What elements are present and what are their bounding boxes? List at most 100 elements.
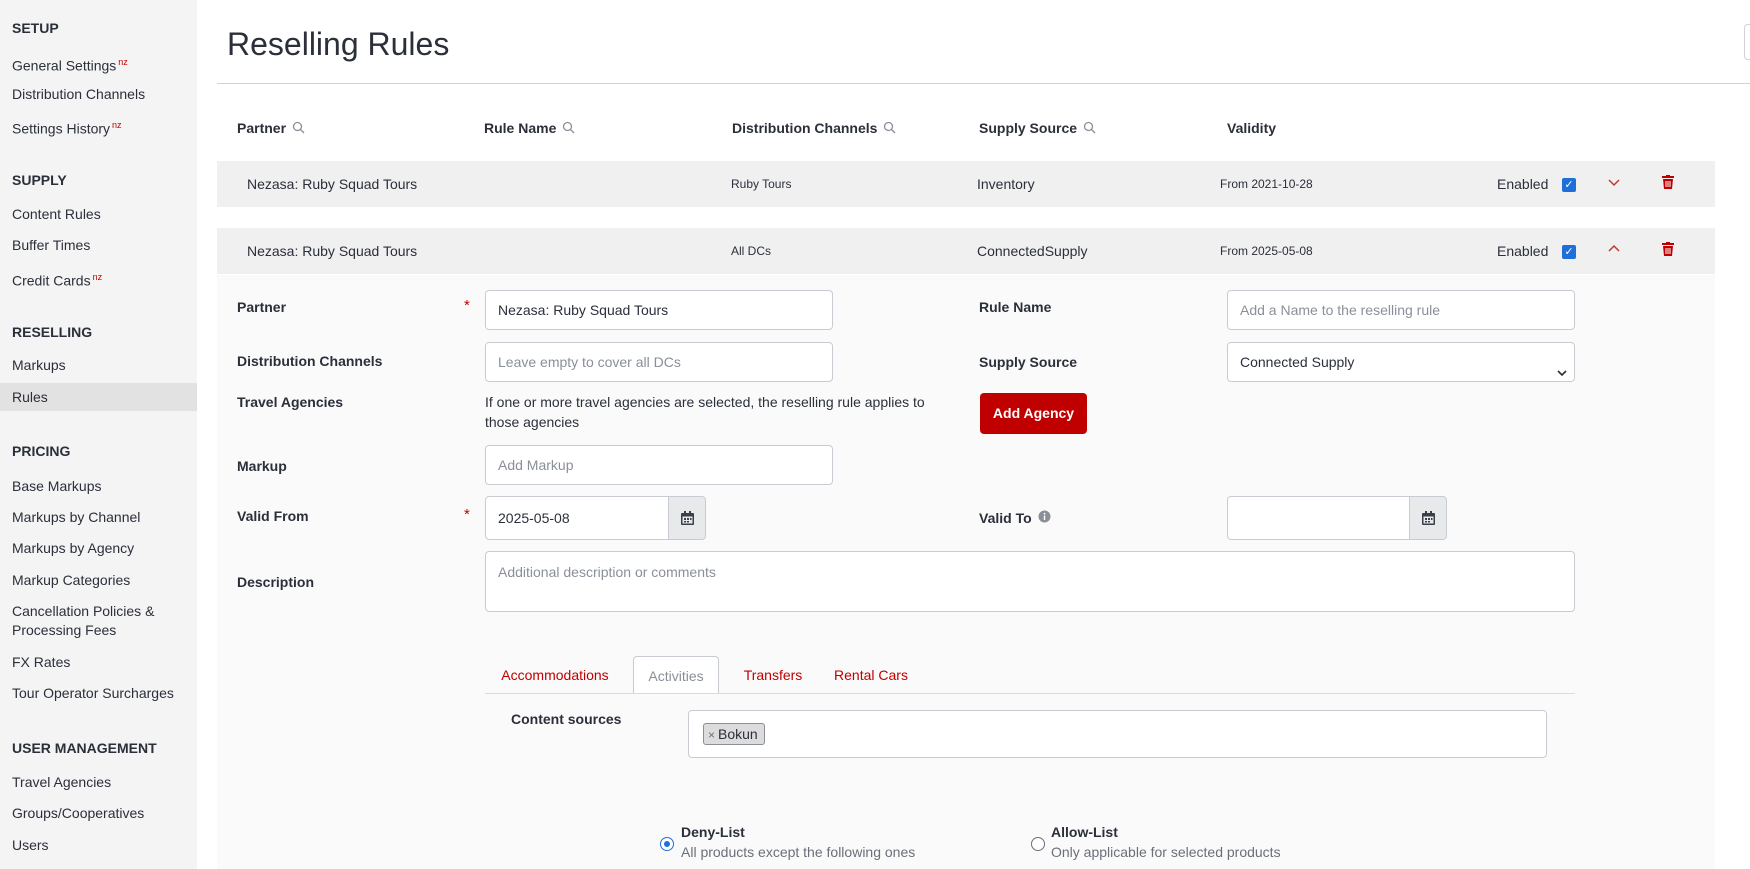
- enabled-checkbox[interactable]: ✓: [1562, 245, 1576, 259]
- sidebar-item-label: Markups: [12, 357, 66, 373]
- sidebar-item-base-markups[interactable]: Base Markups: [0, 472, 197, 500]
- markup-input[interactable]: Add Markup: [485, 445, 833, 485]
- chevron-up-icon[interactable]: [1607, 242, 1621, 259]
- content-sources-label: Content sources: [511, 711, 622, 727]
- allow-list-radio[interactable]: [1031, 837, 1045, 851]
- deny-list-radio[interactable]: [660, 837, 674, 851]
- row-supply-source: Inventory: [977, 176, 1035, 192]
- supply-source-label: Supply Source: [979, 354, 1078, 370]
- chevron-down-icon[interactable]: [1607, 175, 1621, 192]
- chip-remove-icon[interactable]: ×: [708, 728, 715, 742]
- row-validity: From 2025-05-08: [1220, 244, 1313, 258]
- sidebar-item-label: Cancellation Policies & Processing Fees: [12, 603, 155, 638]
- sidebar-item-label: Credit Cards: [12, 272, 91, 289]
- deny-list-title: Deny-List: [681, 824, 745, 840]
- calendar-icon: [681, 511, 694, 530]
- allow-list-subtitle: Only applicable for selected products: [1051, 844, 1281, 860]
- tab-rental-cars[interactable]: Rental Cars: [828, 656, 914, 694]
- search-icon[interactable]: [1083, 121, 1096, 137]
- tab-activities[interactable]: Activities: [633, 656, 719, 694]
- sidebar-item-tour-operator-surcharges[interactable]: Tour Operator Surcharges: [0, 679, 197, 707]
- sidebar-item-content-rules[interactable]: Content Rules: [0, 200, 197, 228]
- sidebar-item-label: Tour Operator Surcharges: [12, 685, 174, 701]
- trash-icon[interactable]: [1662, 242, 1676, 258]
- travel-agencies-help: If one or more travel agencies are selec…: [485, 394, 925, 430]
- column-header-supply-source[interactable]: Supply Source: [979, 120, 1096, 137]
- row-channels: All DCs: [731, 244, 772, 258]
- deny-list-subtitle: All products except the following ones: [681, 844, 916, 860]
- column-header-label: Rule Name: [484, 120, 557, 136]
- search-icon[interactable]: [562, 121, 575, 137]
- sidebar-item-settings-history[interactable]: Settings History nz: [0, 111, 197, 139]
- valid-from-calendar-button[interactable]: [668, 496, 706, 540]
- search-icon[interactable]: [292, 121, 305, 137]
- required-marker: *: [464, 506, 470, 523]
- sidebar-item-rules[interactable]: Rules: [0, 383, 197, 411]
- valid-to-calendar-button[interactable]: [1409, 496, 1447, 540]
- sidebar-item-travel-agencies[interactable]: Travel Agencies: [0, 768, 197, 796]
- overflow-button-edge[interactable]: [1744, 24, 1750, 60]
- description-textarea[interactable]: Additional description or comments: [485, 551, 1575, 612]
- add-agency-button[interactable]: Add Agency: [980, 393, 1087, 434]
- sidebar-item-label: Groups/Cooperatives: [12, 805, 145, 821]
- sidebar-item-users[interactable]: Users: [0, 831, 197, 859]
- sidebar-item-groups-cooperatives[interactable]: Groups/Cooperatives: [0, 799, 197, 827]
- sidebar-item-fx-rates[interactable]: FX Rates: [0, 648, 197, 676]
- sidebar-item-label: Travel Agencies: [12, 774, 112, 790]
- description-label: Description: [237, 574, 315, 590]
- sidebar-item-general-settings[interactable]: General Settings nz: [0, 48, 197, 76]
- sidebar-item-label: Markups by Channel: [12, 509, 141, 525]
- column-header-distribution-channels[interactable]: Distribution Channels: [732, 120, 896, 137]
- sidebar-item-markups[interactable]: Markups: [0, 351, 197, 379]
- content-source-chip: × Bokun: [703, 723, 765, 745]
- tab-accommodations[interactable]: Accommodations: [495, 656, 615, 694]
- column-header-rule-name[interactable]: Rule Name: [484, 120, 575, 137]
- row-status-label: Enabled: [1497, 176, 1549, 192]
- partner-input[interactable]: Nezasa: Ruby Squad Tours: [485, 290, 833, 330]
- table-row[interactable]: Nezasa: Ruby Squad Tours Ruby Tours Inve…: [217, 161, 1715, 207]
- chip-label: Bokun: [718, 726, 758, 742]
- info-icon[interactable]: [1038, 510, 1051, 526]
- sidebar-section-user-management: USER MANAGEMENT: [12, 740, 157, 756]
- row-supply-source: ConnectedSupply: [977, 243, 1088, 259]
- main-content: Reselling Rules Partner Rule Name Distri…: [197, 0, 1750, 869]
- sidebar-item-distribution-channels[interactable]: Distribution Channels: [0, 80, 197, 108]
- column-header-partner[interactable]: Partner: [237, 120, 305, 137]
- valid-from-input[interactable]: 2025-05-08: [485, 496, 671, 540]
- nz-badge: nz: [92, 272, 103, 282]
- sidebar-item-buffer-times[interactable]: Buffer Times: [0, 231, 197, 259]
- valid-to-input[interactable]: [1227, 496, 1413, 540]
- distribution-channels-input[interactable]: Leave empty to cover all DCs: [485, 342, 833, 382]
- valid-from-label: Valid From: [237, 508, 309, 524]
- required-marker: *: [464, 297, 470, 314]
- sidebar-item-label: Content Rules: [12, 206, 101, 222]
- sidebar-section-pricing: PRICING: [12, 443, 71, 459]
- sidebar-section-reselling: RESELLING: [12, 324, 93, 340]
- chevron-down-icon: [1556, 355, 1568, 393]
- sidebar-item-cancellation-policies[interactable]: Cancellation Policies & Processing Fees: [0, 600, 197, 642]
- supply-source-select[interactable]: Connected Supply: [1227, 342, 1575, 382]
- sidebar-item-label: Users: [12, 837, 49, 853]
- rule-name-label: Rule Name: [979, 299, 1052, 315]
- calendar-icon: [1422, 511, 1435, 530]
- sidebar-item-label: Base Markups: [12, 478, 102, 494]
- row-channels: Ruby Tours: [731, 177, 792, 191]
- table-row[interactable]: Nezasa: Ruby Squad Tours All DCs Connect…: [217, 228, 1715, 274]
- allow-list-title: Allow-List: [1051, 824, 1118, 840]
- sidebar: SETUP General Settings nz Distribution Ch…: [0, 0, 197, 869]
- content-sources-input[interactable]: [688, 710, 1547, 758]
- sidebar-item-markups-by-agency[interactable]: Markups by Agency: [0, 534, 197, 562]
- trash-icon[interactable]: [1662, 175, 1676, 191]
- sidebar-item-credit-cards[interactable]: Credit Cards nz: [0, 263, 197, 291]
- sidebar-item-markups-by-channel[interactable]: Markups by Channel: [0, 503, 197, 531]
- rule-name-input[interactable]: Add a Name to the reselling rule: [1227, 290, 1575, 330]
- nz-badge: nz: [118, 57, 128, 67]
- sidebar-item-markup-categories[interactable]: Markup Categories: [0, 566, 197, 594]
- enabled-checkbox[interactable]: ✓: [1562, 178, 1576, 192]
- tab-divider: [485, 693, 1575, 694]
- row-partner: Nezasa: Ruby Squad Tours: [247, 176, 418, 192]
- sidebar-item-label: Settings History: [12, 120, 111, 137]
- search-icon[interactable]: [883, 121, 896, 137]
- tab-transfers[interactable]: Transfers: [737, 656, 809, 694]
- column-header-validity: Validity: [1227, 120, 1276, 136]
